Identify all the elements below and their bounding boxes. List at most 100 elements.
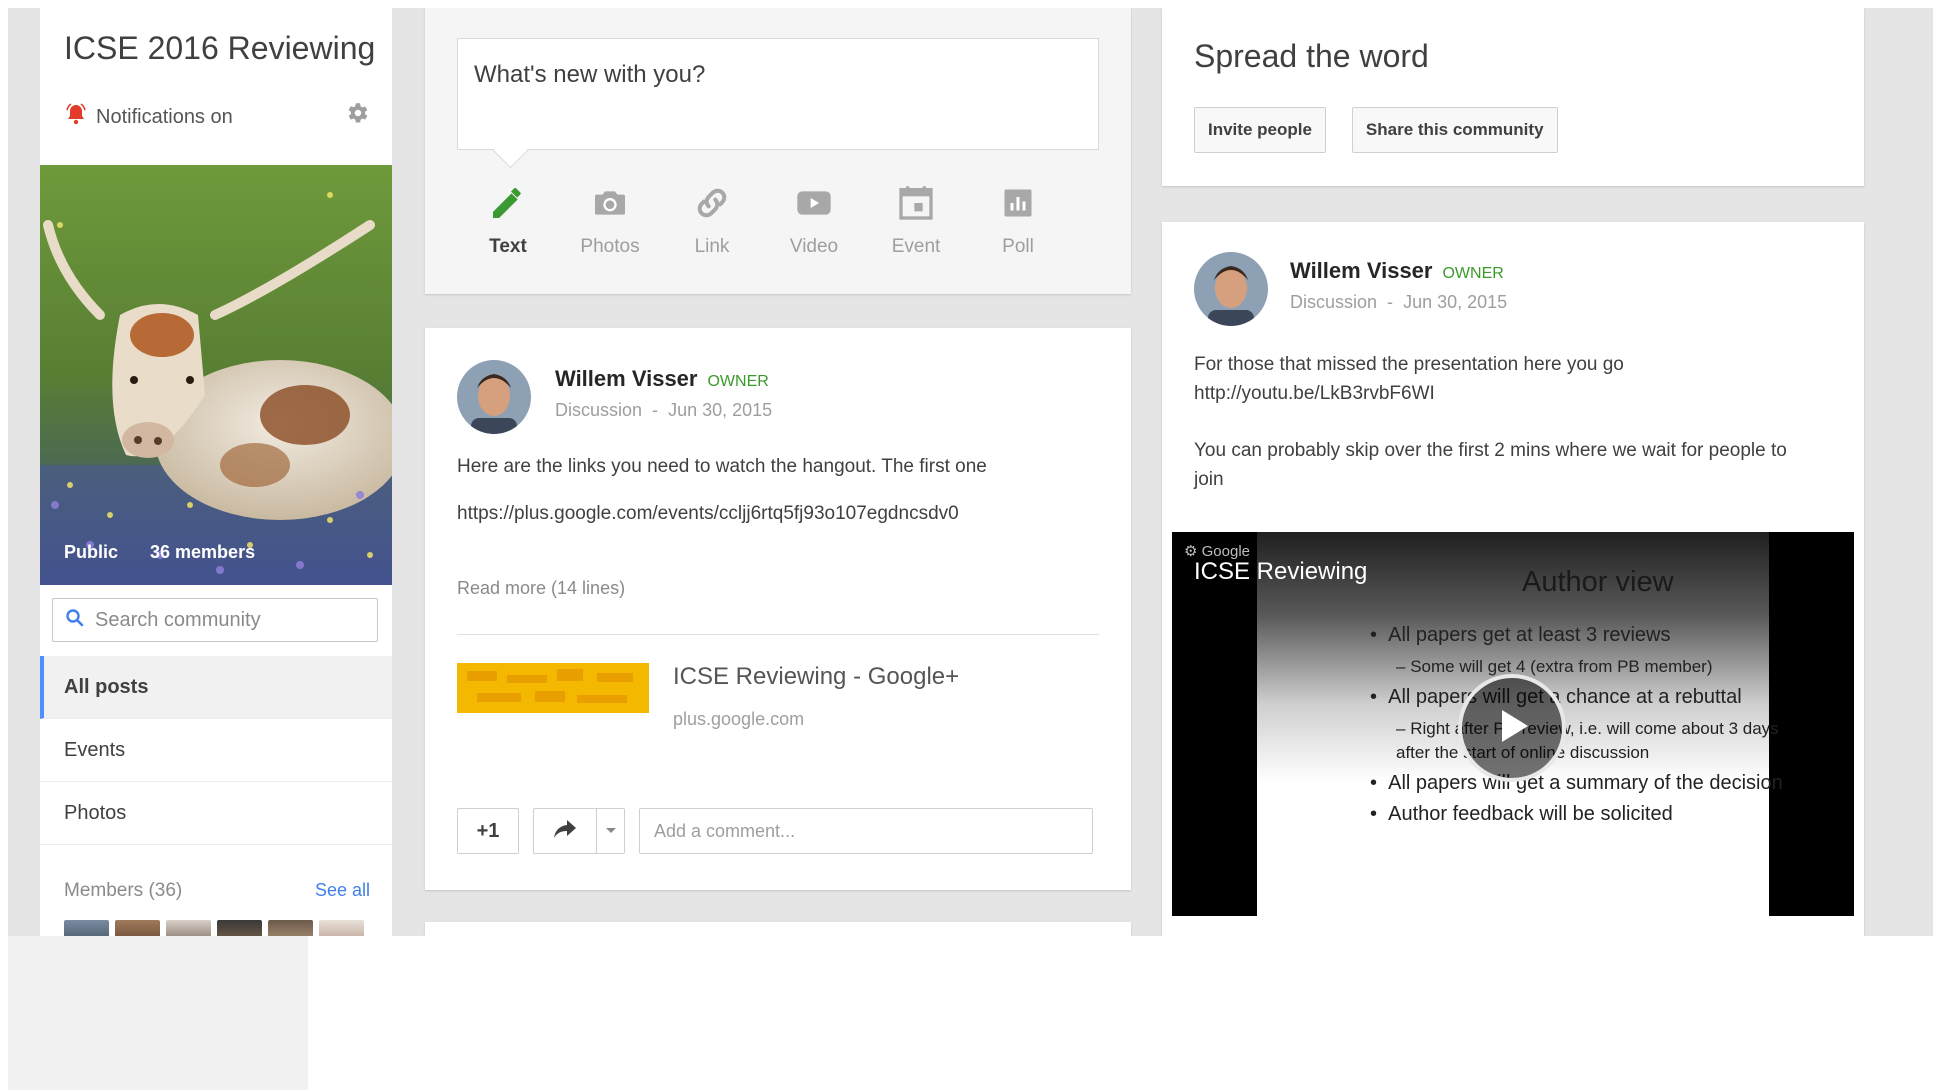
plus-one-button[interactable]: +1 bbox=[457, 808, 519, 854]
post-date[interactable]: Jun 30, 2015 bbox=[1403, 292, 1507, 312]
community-nav: All posts Events Photos bbox=[40, 656, 392, 845]
link-icon bbox=[692, 180, 732, 226]
nav-all-posts[interactable]: All posts bbox=[40, 656, 392, 719]
member-avatar[interactable] bbox=[115, 920, 160, 936]
share-community-button[interactable]: Share this community bbox=[1351, 107, 1558, 153]
community-title: ICSE 2016 Reviewing bbox=[64, 30, 376, 66]
community-cover-photo: Public 36 members bbox=[40, 165, 392, 585]
post-date[interactable]: Jun 30, 2015 bbox=[668, 400, 772, 420]
search-community-box[interactable] bbox=[52, 598, 378, 642]
member-count: 36 members bbox=[150, 542, 256, 562]
members-label: Members (36) bbox=[64, 880, 183, 901]
read-more-link[interactable]: Read more (14 lines) bbox=[457, 578, 625, 599]
member-avatar[interactable] bbox=[64, 920, 109, 936]
empty-lower-area bbox=[8, 936, 308, 1090]
slide-bullets: • All papers get at least 3 reviews – So… bbox=[1370, 624, 1816, 834]
spread-the-word-card: Spread the word Invite people Share this… bbox=[1162, 8, 1864, 186]
poll-icon bbox=[1000, 180, 1036, 226]
share-type-link[interactable]: Link bbox=[661, 180, 763, 258]
play-icon bbox=[1490, 704, 1534, 753]
author-name[interactable]: Willem Visser bbox=[1290, 258, 1432, 284]
post-meta: Discussion - Jun 30, 2015 bbox=[1290, 292, 1507, 313]
notifications-toggle[interactable]: Notifications on bbox=[64, 102, 233, 132]
share-type-photos[interactable]: Photos bbox=[559, 180, 661, 258]
post-body-line: Here are the links you need to watch the… bbox=[457, 456, 987, 477]
comment-box[interactable] bbox=[639, 808, 1093, 854]
share-type-label: Poll bbox=[1002, 236, 1034, 257]
share-type-label: Text bbox=[489, 236, 527, 257]
member-avatars bbox=[64, 920, 364, 936]
search-icon bbox=[65, 608, 85, 633]
post-body: Here are the links you need to watch the… bbox=[457, 452, 1099, 528]
post-body-link[interactable]: https://plus.google.com/events/ccljj6rtq… bbox=[457, 499, 1099, 528]
share-type-label: Event bbox=[891, 236, 941, 257]
member-avatar[interactable] bbox=[217, 920, 262, 936]
slide-bullet: • All papers get at least 3 reviews bbox=[1370, 624, 1671, 646]
post-divider bbox=[457, 634, 1099, 635]
calendar-icon bbox=[896, 180, 936, 226]
search-community-input[interactable] bbox=[93, 607, 357, 633]
share-button-group bbox=[533, 808, 625, 854]
owner-badge: OWNER bbox=[707, 373, 769, 390]
link-preview[interactable]: ICSE Reviewing - Google+ plus.google.com bbox=[457, 663, 959, 730]
pencil-icon bbox=[488, 180, 528, 226]
share-type-poll[interactable]: Poll bbox=[967, 180, 1069, 258]
video-embed[interactable]: Author view • All papers get at least 3 … bbox=[1172, 532, 1854, 916]
cover-caption: Public 36 members bbox=[64, 542, 255, 563]
author-name[interactable]: Willem Visser bbox=[555, 366, 697, 392]
post-paragraph: You can probably skip over the first 2 m… bbox=[1194, 440, 1787, 490]
member-avatar[interactable] bbox=[166, 920, 211, 936]
camera-icon bbox=[590, 180, 630, 226]
longhorn-cover-image bbox=[40, 165, 392, 585]
post-author-line: Willem Visser OWNER bbox=[1290, 258, 1504, 284]
play-button[interactable] bbox=[1458, 674, 1566, 782]
community-sidebar: ICSE 2016 Reviewing Notifications on Pub… bbox=[40, 8, 392, 936]
post-card: Willem Visser OWNER Discussion - Jun 30,… bbox=[425, 328, 1131, 890]
gear-icon[interactable] bbox=[344, 100, 370, 131]
see-all-members-link[interactable]: See all bbox=[315, 880, 370, 901]
share-type-event[interactable]: Event bbox=[865, 180, 967, 258]
post-meta: Discussion - Jun 30, 2015 bbox=[555, 400, 772, 421]
meta-separator: - bbox=[1382, 292, 1399, 312]
video-title[interactable]: ICSE Reviewing bbox=[1194, 558, 1367, 586]
comment-input[interactable] bbox=[652, 819, 1076, 843]
share-box: What's new with you? Text Photos Link Vi… bbox=[425, 8, 1131, 294]
meta-separator: - bbox=[647, 400, 664, 420]
slide-sub-bullet: – Some will get 4 (extra from PB member) bbox=[1396, 657, 1713, 676]
post-author-line: Willem Visser OWNER bbox=[555, 366, 769, 392]
spread-buttons: Invite people Share this community bbox=[1194, 107, 1558, 153]
notifications-label: Notifications on bbox=[96, 105, 233, 128]
share-prompt: What's new with you? bbox=[474, 61, 706, 88]
community-visibility: Public bbox=[64, 542, 119, 562]
link-preview-title[interactable]: ICSE Reviewing - Google+ bbox=[673, 663, 959, 691]
share-type-video[interactable]: Video bbox=[763, 180, 865, 258]
author-avatar[interactable] bbox=[1194, 252, 1268, 326]
post-category[interactable]: Discussion bbox=[1290, 292, 1377, 312]
post-actions: +1 bbox=[457, 808, 1093, 854]
members-header: Members (36) See all bbox=[64, 880, 370, 902]
slide-bullet: • All papers will get a chance at a rebu… bbox=[1370, 686, 1742, 708]
member-avatar[interactable] bbox=[319, 920, 364, 936]
slide-heading: Author view bbox=[1522, 566, 1674, 598]
share-type-text[interactable]: Text bbox=[457, 180, 559, 258]
author-avatar[interactable] bbox=[457, 360, 531, 434]
share-arrow-icon bbox=[552, 818, 578, 845]
caret-down-icon bbox=[605, 822, 617, 840]
nav-photos[interactable]: Photos bbox=[40, 782, 392, 845]
share-type-label: Link bbox=[694, 236, 730, 257]
share-button[interactable] bbox=[534, 809, 597, 853]
member-avatar[interactable] bbox=[268, 920, 313, 936]
new-post-input[interactable]: What's new with you? bbox=[457, 38, 1099, 150]
slide-bullet: • Author feedback will be solicited bbox=[1370, 803, 1673, 825]
share-type-label: Video bbox=[789, 236, 839, 257]
post-category[interactable]: Discussion bbox=[555, 400, 642, 420]
post-card: Willem Visser OWNER Discussion - Jun 30,… bbox=[1162, 222, 1864, 936]
video-icon bbox=[793, 180, 835, 226]
owner-badge: OWNER bbox=[1442, 265, 1504, 282]
share-options-dropdown[interactable] bbox=[597, 809, 624, 853]
bell-icon bbox=[64, 102, 88, 132]
community-page: ICSE 2016 Reviewing Notifications on Pub… bbox=[8, 8, 1933, 936]
nav-events[interactable]: Events bbox=[40, 719, 392, 782]
share-type-bar: Text Photos Link Video Event Poll bbox=[457, 180, 1069, 258]
invite-people-button[interactable]: Invite people bbox=[1194, 107, 1326, 153]
